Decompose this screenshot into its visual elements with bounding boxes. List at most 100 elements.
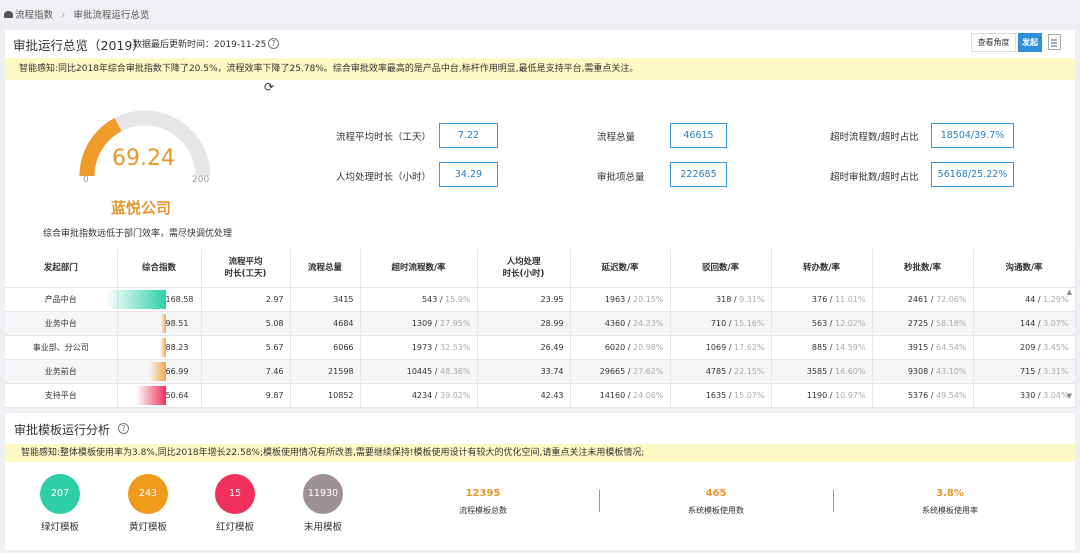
smart-notice: 智能感知:同比2018年综合审批指数下降了20.5%，流程效率下降了25.78%…: [5, 58, 1075, 80]
unused-template-circle[interactable]: 11930: [303, 474, 343, 514]
unused-template-label: 未用模板: [303, 522, 342, 533]
count-value: 4234: [411, 390, 433, 400]
count-value: 715: [1020, 366, 1036, 376]
count-value: 1190: [806, 390, 828, 400]
rate-value: 43.10%: [935, 366, 967, 376]
rate-value: 20.15%: [632, 294, 664, 304]
rate-value: 58.18%: [935, 318, 967, 328]
dept-name: 产品中台: [44, 294, 77, 304]
overview-header: 审批运行总览（2019） 数据最后更新时间：2019-11-25 ? 查看角度 …: [5, 30, 1075, 56]
overview-title: 审批运行总览（2019）: [13, 38, 145, 53]
col-reject[interactable]: 驳回数/率: [670, 249, 772, 288]
table-row[interactable]: 业务中台 98.51 5.08 4684 1309 / 27.95% 28.99 4360 …: [5, 311, 1076, 336]
avg-duration-cell: 9.87: [201, 383, 291, 408]
overtime-cell: 1309 / 27.95%: [360, 311, 478, 336]
col-dept[interactable]: 发起部门: [5, 249, 118, 288]
red-template-label: 红灯模板: [215, 522, 254, 533]
overtime-cell: 1973 / 32.53%: [360, 335, 478, 360]
separator: /: [432, 318, 440, 328]
stat-template-total-label: 流程模板总数: [459, 506, 507, 515]
dept-name: 支持平台: [44, 390, 77, 400]
avg-duration-cell: 5.08: [201, 311, 291, 336]
transfer-cell: 563 / 12.02%: [771, 311, 873, 336]
red-template-circle[interactable]: 15: [215, 474, 255, 514]
rate-value: 15.16%: [733, 318, 765, 328]
company-name: 蓝悦公司: [111, 199, 172, 217]
rate-value: 14.59%: [834, 342, 866, 352]
index-value: 50.64: [165, 390, 189, 400]
send-button[interactable]: 发起: [1018, 33, 1042, 52]
metric-label-person-duration: 人均处理时长（小时）: [336, 172, 432, 183]
rate-value: 48.36%: [439, 366, 471, 376]
total-cell: 3415: [290, 287, 361, 312]
table-row[interactable]: 产品中台 168.58 2.97 3415 543 / 15.9% 23.95 1963 /…: [5, 287, 1076, 312]
col-transfer[interactable]: 转办数/率: [771, 249, 873, 288]
green-template-label: 绿灯模板: [40, 522, 79, 533]
metric-value-avg-duration: 7.22: [439, 123, 498, 148]
rate-value: 1.29%: [1043, 294, 1069, 304]
view-role-button[interactable]: 查看角度: [971, 33, 1016, 52]
rate-value: 11.01%: [834, 294, 866, 304]
help-icon[interactable]: ?: [268, 38, 279, 49]
separator: /: [1035, 318, 1044, 328]
stat-template-used-label: 系统模板使用数: [688, 506, 744, 515]
document-icon[interactable]: [1048, 34, 1061, 50]
reject-cell: 4785 / 22.15%: [670, 359, 772, 384]
green-template-circle[interactable]: 207: [40, 474, 80, 514]
index-bar: [105, 289, 166, 309]
stat-template-rate-label: 系统模板使用率: [922, 506, 978, 515]
col-overtime[interactable]: 超时流程数/率: [360, 249, 478, 288]
col-comm[interactable]: 沟通数/率: [973, 249, 1076, 288]
col-index[interactable]: 综合指数: [117, 249, 202, 288]
index-bar: [135, 385, 166, 405]
col-avg-duration[interactable]: 流程平均 时长(工天): [201, 249, 291, 288]
separator: /: [625, 390, 633, 400]
count-value: 543: [422, 294, 438, 304]
instant-cell: 3915 / 64.54%: [872, 335, 974, 360]
col-total[interactable]: 流程总量: [290, 249, 361, 288]
breadcrumb-root[interactable]: 流程指数: [15, 7, 53, 21]
dept-name: 事业部、分公司: [32, 342, 89, 352]
table-row[interactable]: 支持平台 50.64 9.87 10852 4234 / 39.02% 42.43 1416…: [5, 383, 1076, 408]
dept-name: 业务中台: [44, 318, 77, 328]
col-delay[interactable]: 延迟数/率: [570, 249, 671, 288]
metric-value-overtime-process: 18504/39.7%: [931, 123, 1014, 148]
person-duration-cell: 42.43: [477, 383, 571, 408]
separator: /: [928, 342, 936, 352]
count-value: 885: [811, 342, 828, 352]
rate-value: 10.97%: [834, 390, 866, 400]
table-row[interactable]: 事业部、分公司 88.23 5.67 6066 1973 / 32.53% 26.49 60…: [5, 335, 1076, 360]
metric-value-overtime-approval: 56168/25.22%: [931, 162, 1014, 187]
metric-value-process-total: 46615: [670, 123, 727, 148]
separator: /: [928, 366, 936, 376]
transfer-cell: 1190 / 10.97%: [771, 383, 873, 408]
dept-cell: 业务中台: [5, 311, 118, 336]
yellow-template-circle[interactable]: 243: [128, 474, 168, 514]
separator: /: [827, 294, 835, 304]
scroll-down-icon[interactable]: ▼: [1067, 392, 1072, 400]
count-value: 1635: [705, 390, 727, 400]
instant-cell: 2461 / 72.06%: [872, 287, 974, 312]
total-cell: 4684: [290, 311, 361, 336]
count-value: 5376: [907, 390, 929, 400]
person-duration-cell: 33.74: [477, 359, 571, 384]
count-value: 2725: [907, 318, 929, 328]
count-value: 10445: [406, 366, 433, 376]
separator: /: [625, 342, 633, 352]
dept-cell: 业务前台: [5, 359, 118, 384]
index-value: 66.99: [165, 366, 189, 376]
help-icon[interactable]: ?: [118, 423, 129, 434]
count-value: 318: [716, 294, 732, 304]
count-value: 3585: [806, 366, 828, 376]
table-row[interactable]: 业务前台 66.99 7.46 21598 10445 / 48.36% 33.74 296…: [5, 359, 1076, 384]
rate-value: 3.31%: [1043, 366, 1069, 376]
scroll-up-icon[interactable]: ▲: [1067, 288, 1072, 296]
separator: /: [726, 318, 734, 328]
separator: /: [928, 294, 936, 304]
refresh-icon[interactable]: ⟳: [264, 80, 274, 94]
col-person-duration[interactable]: 人均处理 时长(小时): [477, 249, 571, 288]
col-instant[interactable]: 秒批数/率: [872, 249, 974, 288]
index-value: 168.58: [165, 294, 194, 304]
avg-duration-cell: 2.97: [201, 287, 291, 312]
rate-value: 24.23%: [632, 318, 664, 328]
